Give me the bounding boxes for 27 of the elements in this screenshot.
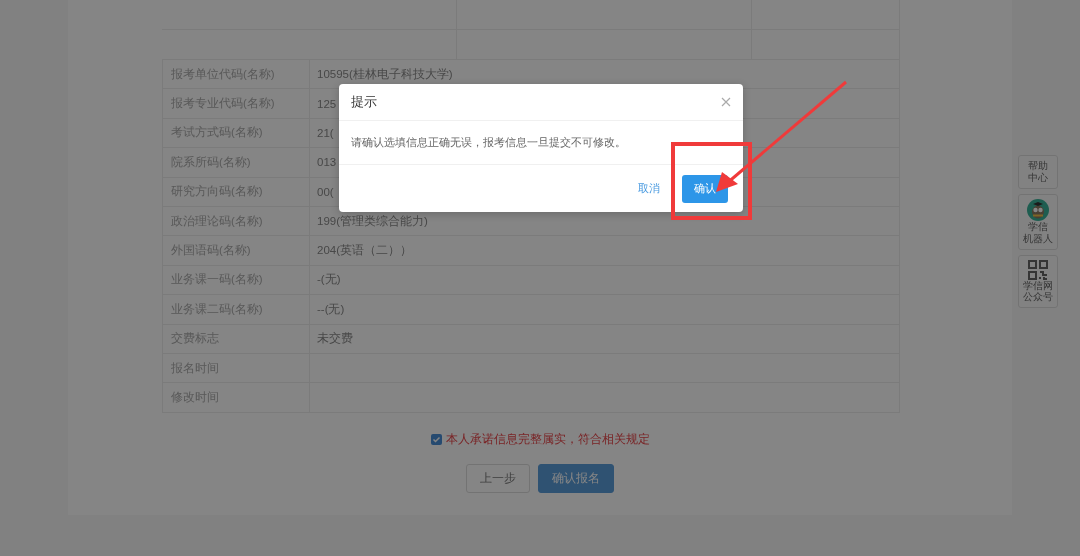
- checkbox[interactable]: [430, 433, 442, 445]
- field-value: 未交费: [317, 331, 353, 347]
- confirm-button[interactable]: 确认: [682, 174, 728, 203]
- tool-label: 学信网: [1023, 279, 1053, 292]
- field-value: 21(: [317, 126, 334, 139]
- owl-avatar-icon: [1027, 198, 1049, 221]
- tool-label: 公众号: [1023, 291, 1053, 304]
- field-value: 125: [317, 97, 337, 110]
- tool-label: 帮助: [1028, 160, 1048, 172]
- field-value: 00(: [317, 185, 334, 198]
- field-value: --(无): [317, 301, 345, 317]
- field-value: -(无): [317, 272, 341, 288]
- tool-label: 机器人: [1023, 232, 1053, 245]
- close-icon[interactable]: [721, 97, 731, 107]
- field-value: 10595(桂林电子科技大学): [317, 66, 453, 82]
- side-tool-button[interactable]: 学信网 公众号: [1018, 254, 1058, 309]
- qr-code-icon: [1028, 259, 1048, 280]
- tool-label: 中心: [1028, 171, 1048, 184]
- side-tool-button[interactable]: 帮助 中心: [1018, 155, 1058, 189]
- pledge-text: 本人承诺信息完整属实，符合相关规定: [445, 430, 650, 448]
- field-value: 013: [317, 156, 337, 169]
- cancel-button[interactable]: 取消: [638, 181, 660, 196]
- tool-label: 学信: [1028, 220, 1048, 233]
- confirm-button[interactable]: 确认报名: [538, 463, 614, 493]
- dialog-title: 提示: [351, 93, 377, 111]
- dialog-message: 请确认选填信息正确无误，报考信息一旦提交不可修改。: [351, 135, 626, 150]
- side-tool-button[interactable]: 学信 机器人: [1018, 193, 1058, 250]
